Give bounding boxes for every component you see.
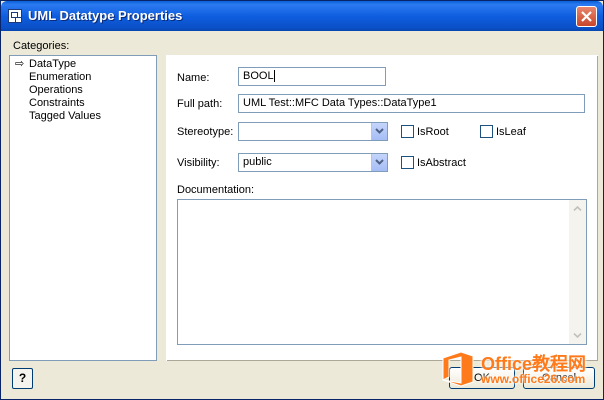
- stereotype-label: Stereotype:: [177, 126, 234, 138]
- text-cursor: [273, 70, 275, 83]
- watermark: Office教程网 www.office26.com: [441, 348, 604, 400]
- close-icon: [581, 11, 592, 22]
- name-value: BOOL: [243, 70, 274, 82]
- category-item-constraints[interactable]: Constraints: [14, 97, 156, 110]
- window-title: UML Datatype Properties: [28, 8, 183, 23]
- office-logo-icon: [442, 351, 474, 387]
- name-input[interactable]: BOOL: [238, 67, 386, 86]
- scroll-down-button[interactable]: [569, 327, 586, 344]
- fullpath-field[interactable]: UML Test::MFC Data Types::DataType1: [238, 94, 585, 113]
- stereotype-select[interactable]: [238, 122, 388, 141]
- chevron-down-icon: [573, 333, 582, 338]
- visibility-select[interactable]: public: [238, 153, 388, 172]
- scroll-up-button[interactable]: [569, 200, 586, 217]
- chevron-down-icon: [375, 159, 384, 165]
- category-label: Tagged Values: [29, 110, 101, 122]
- documentation-label: Documentation:: [177, 184, 255, 196]
- category-item-tagged-values[interactable]: Tagged Values: [14, 110, 156, 123]
- category-item-enumeration[interactable]: Enumeration: [14, 71, 156, 84]
- chevron-up-icon: [573, 206, 582, 211]
- dropdown-button[interactable]: [371, 154, 387, 171]
- category-label: Constraints: [29, 97, 85, 109]
- isabstract-label: IsAbstract: [417, 157, 466, 169]
- isroot-checkbox[interactable]: [401, 125, 414, 138]
- close-button[interactable]: [576, 6, 597, 27]
- title-bar[interactable]: UML Datatype Properties: [1, 1, 603, 31]
- dropdown-button[interactable]: [371, 123, 387, 140]
- category-label: DataType: [29, 58, 77, 70]
- isleaf-checkbox[interactable]: [480, 125, 493, 138]
- chevron-down-icon: [375, 128, 384, 134]
- vertical-scrollbar[interactable]: [569, 200, 586, 344]
- isroot-label: IsRoot: [417, 126, 449, 138]
- dialog-window: UML Datatype Properties Categories: ⇨ Da…: [0, 0, 604, 400]
- category-item-datatype[interactable]: ⇨ DataType: [14, 58, 156, 71]
- category-label: Operations: [29, 84, 83, 96]
- help-icon: ?: [18, 371, 27, 385]
- visibility-value: public: [243, 156, 272, 168]
- categories-list[interactable]: ⇨ DataType Enumeration Operations Constr…: [9, 55, 157, 361]
- category-item-operations[interactable]: Operations: [14, 84, 156, 97]
- watermark-url: www.office26.com: [481, 372, 586, 386]
- visibility-label: Visibility:: [177, 157, 220, 169]
- documentation-textarea[interactable]: [177, 199, 587, 345]
- categories-label: Categories:: [13, 40, 70, 52]
- isleaf-label: IsLeaf: [496, 126, 526, 138]
- uml-window-icon: [8, 9, 22, 23]
- help-button[interactable]: ?: [12, 368, 33, 389]
- category-label: Enumeration: [29, 71, 92, 83]
- isabstract-checkbox[interactable]: [401, 156, 414, 169]
- fullpath-label: Full path:: [177, 98, 223, 110]
- arrow-right-icon: ⇨: [15, 58, 25, 70]
- name-label: Name:: [177, 72, 210, 84]
